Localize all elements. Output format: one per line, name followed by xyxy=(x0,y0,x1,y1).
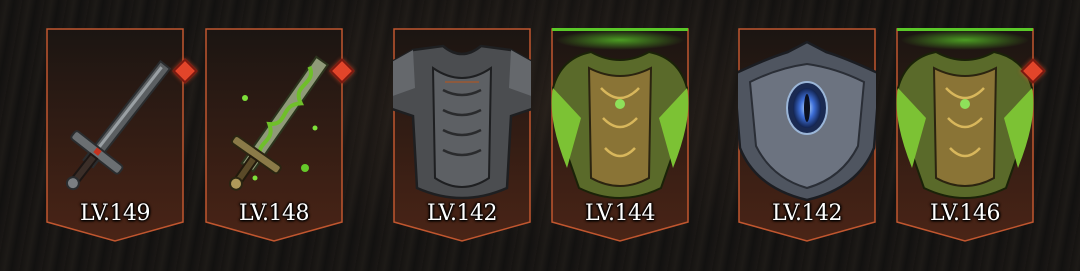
equipment-card: LV.148 xyxy=(205,28,343,242)
equipment-slot[interactable]: LV.142 xyxy=(738,28,876,242)
equipment-card: LV.149 xyxy=(46,28,184,242)
equipment-slot[interactable]: LV.148 xyxy=(205,28,355,242)
item-level: LV.146 xyxy=(929,201,1001,226)
item-level: LV.142 xyxy=(771,201,843,226)
equipment-card: LV.144 xyxy=(551,28,689,242)
equipment-card: LV.146 xyxy=(896,28,1034,242)
equipment-slot[interactable]: LV.142 xyxy=(393,28,531,242)
item-level: LV.148 xyxy=(238,201,310,226)
equipment-card: LV.142 xyxy=(738,28,876,242)
item-level: LV.144 xyxy=(584,201,656,226)
item-level: LV.149 xyxy=(79,201,151,226)
equipment-slot[interactable]: LV.146 xyxy=(896,28,1046,242)
equipment-strip: LV.149 LV.148 LV.142 LV.144 LV.142 LV.14… xyxy=(0,0,1080,271)
equipment-card: LV.142 xyxy=(393,28,531,242)
item-level: LV.142 xyxy=(426,201,498,226)
equipment-slot[interactable]: LV.144 xyxy=(551,28,689,242)
equipment-slot[interactable]: LV.149 xyxy=(46,28,198,242)
